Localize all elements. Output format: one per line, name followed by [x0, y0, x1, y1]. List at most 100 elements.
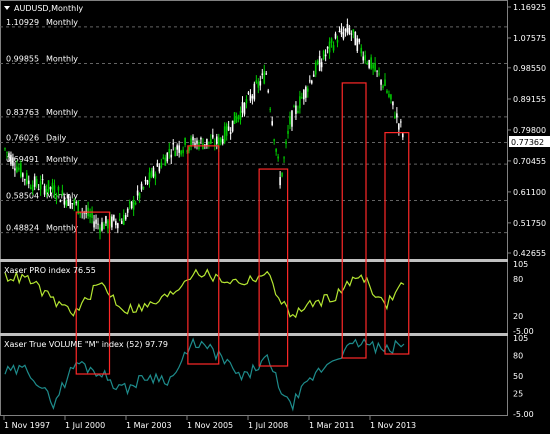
candle-body	[283, 157, 285, 159]
candle-body	[368, 59, 370, 68]
level-price: 0.83763	[6, 108, 39, 117]
candle-body	[239, 111, 242, 120]
candle-body	[192, 136, 194, 141]
candle-body	[176, 145, 178, 150]
mt4-chart-window[interactable]: AUDUSD,Monthly 1.16925 1.07575 0.98550 0.89…	[0, 0, 550, 434]
candle-body	[396, 113, 398, 118]
candle-body	[61, 190, 64, 196]
candle-body	[134, 202, 137, 205]
candle-body	[178, 145, 180, 153]
candle-body	[156, 163, 159, 167]
candle-body	[322, 50, 325, 59]
candle-body	[223, 126, 226, 143]
candle-body	[398, 123, 400, 130]
price-axis-label: 0.61100	[513, 188, 546, 197]
candle-body	[303, 89, 305, 100]
candle-body	[174, 151, 177, 157]
indicator-axis-label: 50	[513, 372, 523, 381]
candle-body	[10, 154, 12, 165]
candle-body	[334, 33, 337, 39]
candle-body	[316, 60, 319, 65]
candle-body	[53, 185, 56, 197]
window-menu-icon[interactable]	[4, 6, 10, 10]
candle-body	[251, 96, 254, 99]
candle-body	[89, 213, 91, 218]
candle-body	[356, 38, 359, 52]
candle-body	[172, 142, 175, 145]
indicator-axis-label: 80	[513, 275, 523, 284]
candle-body	[301, 97, 303, 99]
candle-body	[364, 55, 367, 61]
candle-body	[382, 85, 384, 88]
candle-body	[35, 178, 38, 186]
indicator-line	[4, 268, 405, 319]
candle-body	[196, 140, 198, 144]
price-axis-label: 0.70455	[513, 157, 546, 166]
level-price: 0.76026	[6, 133, 39, 142]
volume-index-label: Xaser True VOLUME "M" index (52) 97.79	[4, 340, 168, 349]
candle-body	[22, 173, 24, 177]
candle-body	[267, 90, 270, 93]
candle-body	[113, 214, 115, 221]
candle-body	[265, 73, 268, 75]
candle-body	[33, 176, 36, 187]
level-price: 0.48824	[6, 224, 39, 233]
pro-index-label: Xaser PRO index 76.55	[4, 266, 96, 275]
indicator-axis-label: 25	[513, 389, 523, 398]
candle-body	[378, 73, 380, 75]
candle-body	[362, 56, 365, 61]
candle-body	[43, 185, 46, 195]
indicator-axis-label: 105	[513, 260, 528, 269]
candle-body	[29, 187, 32, 189]
candle-body	[307, 88, 309, 92]
candle-body	[332, 45, 335, 51]
candle-body	[233, 112, 236, 124]
candle-body	[136, 190, 139, 196]
candle-body	[392, 101, 394, 106]
candle-body	[261, 73, 264, 75]
highlight-box	[75, 211, 111, 375]
candle-body	[124, 215, 127, 220]
candle-body	[370, 57, 372, 69]
level-timeframe: Monthly	[46, 224, 78, 233]
candle-body	[305, 86, 307, 98]
time-axis-label: 1 Jul 2000	[65, 421, 105, 430]
candle-body	[57, 186, 60, 191]
candle-body	[400, 121, 402, 123]
time-axis-label: 1 Nov 2005	[187, 421, 233, 430]
candle-body	[346, 24, 349, 33]
candle-body	[154, 173, 157, 179]
price-axis: 1.16925 1.07575 0.98550 0.89155 0.79800 0.704…	[508, 3, 546, 258]
highlight-box	[341, 82, 367, 359]
candle-body	[39, 181, 42, 190]
candle-body	[158, 166, 161, 172]
candle-body	[358, 39, 361, 43]
candle-body	[101, 222, 103, 231]
candle-body	[380, 79, 382, 85]
candle-body	[215, 136, 218, 144]
candle-body	[182, 149, 184, 154]
candle-body	[208, 141, 210, 144]
price-axis-label: 0.51750	[513, 219, 546, 228]
candle-body	[120, 220, 123, 224]
candle-body	[23, 179, 26, 181]
candle-body	[235, 116, 238, 123]
highlight-box	[187, 145, 220, 365]
candle-body	[212, 134, 214, 138]
chart-canvas[interactable]: AUDUSD,Monthly 1.16925 1.07575 0.98550 0.89…	[0, 0, 550, 434]
candle-body	[25, 173, 28, 184]
candle-body	[111, 216, 113, 228]
candle-body	[312, 74, 315, 77]
candle-body	[231, 120, 234, 132]
candle-body	[65, 200, 68, 206]
candle-body	[291, 110, 293, 127]
candle-body	[188, 147, 190, 151]
candle-body	[132, 199, 135, 210]
candle-body	[71, 203, 74, 205]
candle-body	[160, 162, 163, 168]
candle-body	[372, 64, 374, 69]
candle-body	[27, 180, 30, 184]
candles	[4, 18, 404, 240]
candle-body	[342, 32, 345, 39]
candle-body	[31, 184, 34, 191]
